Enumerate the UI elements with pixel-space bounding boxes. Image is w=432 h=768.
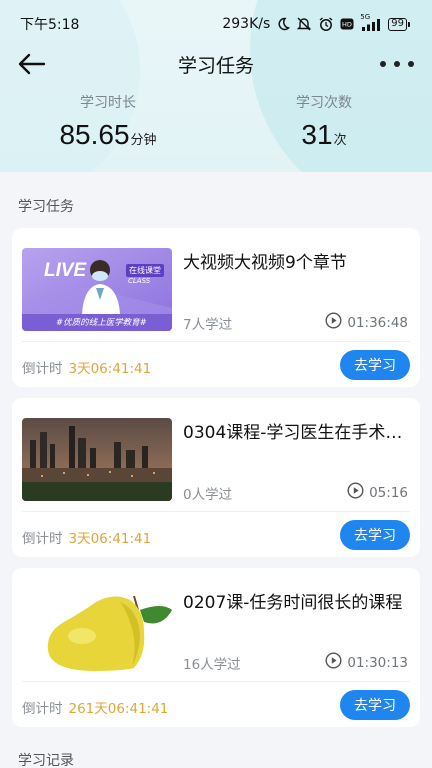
battery-icon: 99 [388, 17, 410, 31]
card-divider [22, 511, 410, 512]
duration-text: 01:30:13 [347, 654, 408, 671]
countdown: 倒计时 3天06:41:41 [22, 527, 151, 547]
card-divider [22, 681, 410, 682]
duration-text: 01:36:48 [347, 314, 408, 331]
network-speed: 293K/s [222, 16, 271, 32]
hd-icon: HD [340, 18, 354, 30]
duration-text: 05:16 [369, 484, 408, 501]
countdown-label: 倒计时 [22, 701, 63, 717]
course-thumbnail [22, 588, 172, 671]
learner-count: 16人学过 [183, 657, 241, 673]
battery-level: 99 [391, 18, 404, 29]
course-title: 0207课-任务时间很长的课程 [183, 593, 403, 613]
section-title-records: 学习记录 [18, 753, 74, 768]
thumb-badge-text: 在线课堂 [126, 264, 164, 277]
countdown-time: 3天06:41:41 [68, 531, 152, 547]
countdown-time: 3天06:41:41 [68, 361, 152, 377]
thumb-live-text: LIVE [44, 260, 87, 281]
course-title: 大视频大视频9个章节 [183, 253, 347, 273]
alarm-icon [318, 16, 334, 32]
stat-duration-label: 学习时长 [80, 95, 136, 111]
learner-count: 7人学过 [183, 317, 233, 333]
course-duration: 05:16 [347, 482, 408, 503]
status-icons: 293K/s HD 5G 99 [222, 13, 410, 32]
start-learning-button[interactable]: 去学习 [340, 350, 410, 380]
thumb-slogan: #优质的线上医学教育# [56, 318, 147, 328]
svg-text:HD: HD [342, 21, 352, 29]
more-dots-icon[interactable] [380, 52, 414, 76]
arrow-left-icon[interactable] [18, 50, 48, 78]
stats-panel: 学习时长 85.65分钟 学习次数 31次 [0, 92, 432, 162]
stat-duration-unit: 分钟 [130, 133, 157, 148]
course-thumbnail: LIVE 在线课堂 CLASS #优质的线上医学教育# [22, 248, 172, 331]
play-circle-icon [325, 312, 342, 333]
countdown-label: 倒计时 [22, 361, 63, 377]
learner-count: 0人学过 [183, 487, 233, 503]
countdown: 倒计时 3天06:41:41 [22, 357, 151, 377]
task-card[interactable]: LIVE 在线课堂 CLASS #优质的线上医学教育# 大视频大视频9个章节 7… [12, 228, 420, 387]
stat-duration: 学习时长 85.65分钟 [0, 92, 216, 162]
stat-count-value: 31 [301, 119, 333, 150]
nav-bar: 学习任务 [0, 42, 432, 86]
stat-count-label: 学习次数 [296, 95, 352, 111]
countdown-time: 261天06:41:41 [68, 701, 169, 717]
course-duration: 01:36:48 [325, 312, 408, 333]
countdown-label: 倒计时 [22, 531, 63, 547]
stat-count-unit: 次 [333, 133, 347, 148]
stat-duration-value: 85.65 [59, 119, 130, 150]
page-title: 学习任务 [177, 54, 254, 77]
signal-label: 5G [360, 13, 371, 21]
course-duration: 01:30:13 [325, 652, 408, 673]
play-circle-icon [325, 652, 342, 673]
play-circle-icon [347, 482, 364, 503]
mute-icon [296, 16, 312, 32]
section-title-tasks: 学习任务 [18, 199, 74, 215]
moon-icon [276, 17, 291, 31]
task-card[interactable]: 0304课程-学习医生在手术… 0人学过 05:16 倒计时 3天06:41:41… [12, 398, 420, 557]
course-thumbnail [22, 418, 172, 501]
start-learning-button[interactable]: 去学习 [340, 520, 410, 550]
status-time: 下午5:18 [20, 17, 80, 33]
countdown: 倒计时 261天06:41:41 [22, 697, 168, 717]
stat-count: 学习次数 31次 [216, 92, 432, 162]
start-learning-button[interactable]: 去学习 [340, 690, 410, 720]
task-card[interactable]: 0207课-任务时间很长的课程 16人学过 01:30:13 倒计时 261天06… [12, 568, 420, 727]
thumb-class-text: CLASS [128, 277, 151, 285]
status-bar: 下午5:18 293K/s HD 5G 99 [0, 0, 432, 48]
5g-signal-icon: 5G [360, 13, 382, 31]
card-divider [22, 341, 410, 342]
course-title: 0304课程-学习医生在手术… [183, 423, 403, 443]
